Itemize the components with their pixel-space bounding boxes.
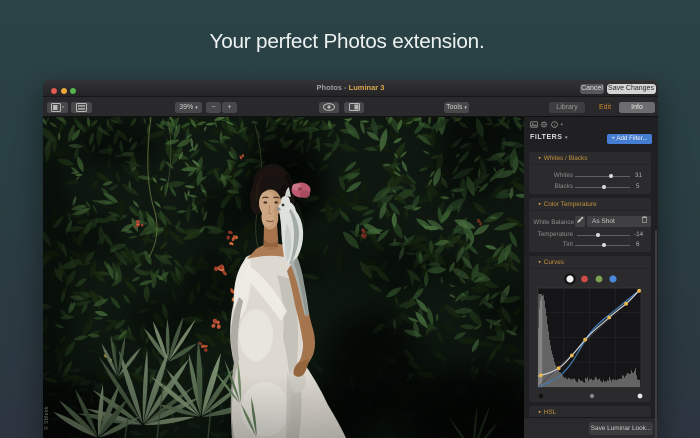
svg-text:i: i <box>553 122 554 128</box>
